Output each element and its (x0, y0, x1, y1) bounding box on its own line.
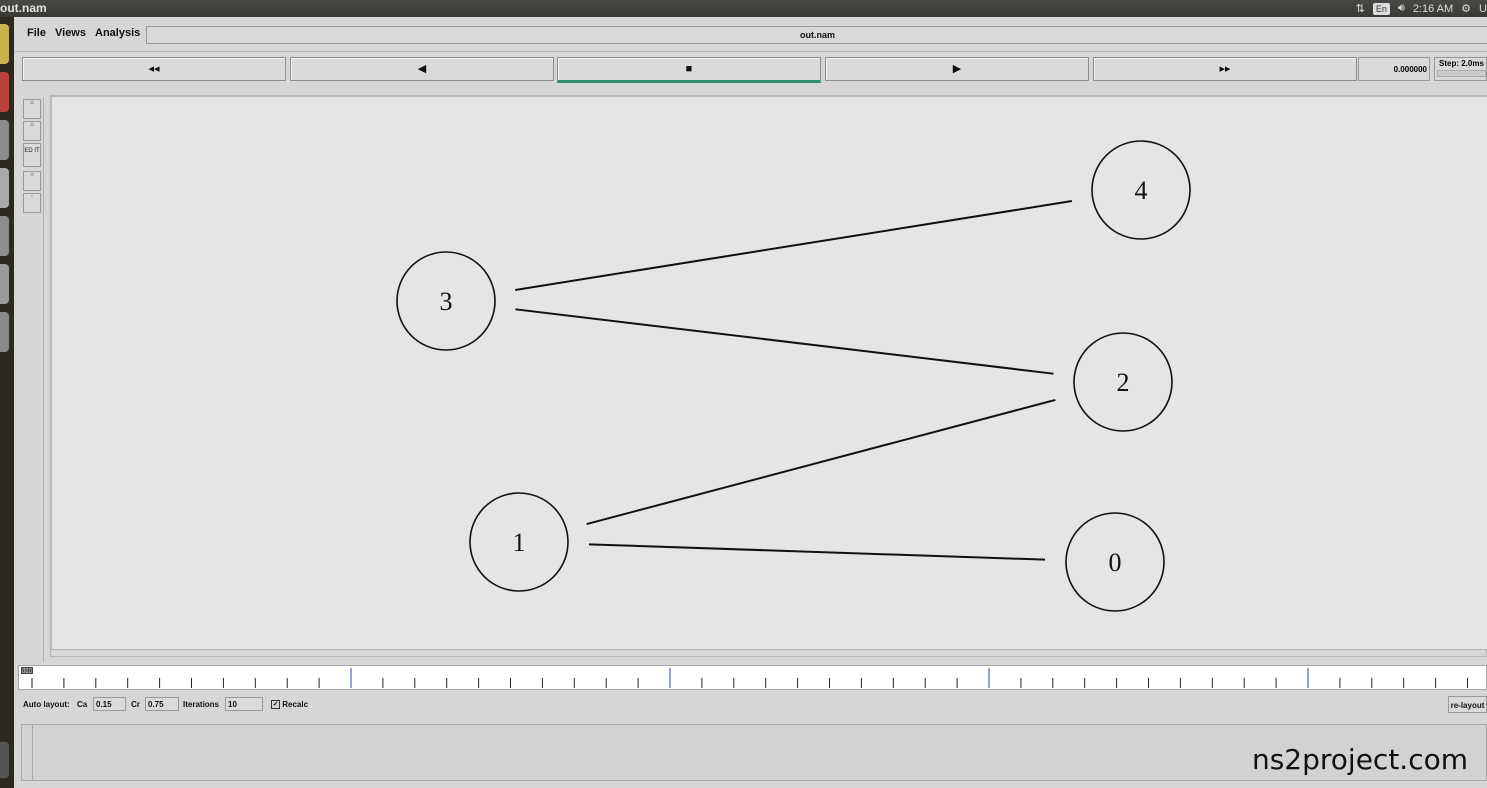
launcher-item-home[interactable] (0, 24, 9, 64)
node-label: 3 (440, 287, 453, 316)
volume-icon[interactable]: 🔊︎ (1398, 2, 1405, 15)
menu-file[interactable]: File (27, 27, 46, 39)
launcher-item-terminal[interactable] (0, 120, 9, 160)
node-label: 0 (1109, 548, 1122, 577)
launcher-item-files[interactable] (0, 72, 9, 112)
iterations-label: Iterations (183, 700, 220, 709)
system-top-panel: out.nam ⇅ En 🔊︎ 2:16 AM ⚙ U (0, 0, 1487, 17)
relayout-button[interactable]: re-layout (1448, 696, 1487, 713)
network-canvas[interactable]: 0 1 2 3 4 (50, 95, 1487, 652)
rewind-button[interactable]: ◂◂ (22, 57, 286, 81)
nam-window: File Views Analysis out.nam ◂◂ ◀ ■ ▶ ▸▸ … (14, 17, 1487, 788)
step-slider-track[interactable] (1437, 70, 1486, 77)
recalc-label: Recalc (282, 700, 309, 709)
window-title: out.nam (0, 1, 47, 15)
iterations-input[interactable]: 10 (225, 697, 263, 711)
launcher-item-trash[interactable] (0, 742, 9, 778)
ca-label: Ca (77, 700, 88, 709)
watermark: ns2project.com (1251, 743, 1468, 776)
menu-bar: File Views Analysis out.nam (14, 17, 1487, 52)
current-time-display: 0.000000 (1358, 57, 1430, 81)
zoom-out-icon[interactable]: ⌂ (23, 121, 41, 141)
node-circle-icon[interactable]: ○ (23, 171, 41, 191)
auto-layout-label: Auto layout: (23, 700, 70, 709)
link-3-2[interactable] (515, 308, 1054, 375)
cr-input[interactable]: 0.75 (145, 697, 179, 711)
user-menu[interactable]: U (1479, 3, 1487, 15)
stop-button[interactable]: ■ (557, 57, 821, 83)
node-label: 4 (1135, 176, 1148, 205)
timeline-slider[interactable]: ▯▯▯ (18, 665, 1487, 690)
recalc-checkbox[interactable]: ✓ Recalc (271, 700, 309, 710)
menu-views[interactable]: Views (55, 27, 86, 39)
recalc-check-icon[interactable]: ✓ (271, 700, 280, 710)
play-button[interactable]: ▶ (825, 57, 1089, 81)
small-circle-icon[interactable]: ◦ (23, 193, 41, 213)
console-vertical-scrollbar[interactable] (23, 725, 33, 780)
launcher-item-nam[interactable] (0, 264, 9, 304)
step-label: Step: 2.0ms (1439, 59, 1484, 68)
file-name-display: out.nam (146, 26, 1487, 44)
ca-input[interactable]: 0.15 (93, 697, 126, 711)
step-back-button[interactable]: ◀ (290, 57, 554, 81)
gear-icon[interactable]: ⚙ (1461, 2, 1471, 15)
zoom-in-icon[interactable]: ⌂ (23, 99, 41, 119)
system-tray: ⇅ En 🔊︎ 2:16 AM ⚙ U (1356, 1, 1487, 16)
link-3-4[interactable] (514, 200, 1073, 291)
launcher-item-other[interactable] (0, 312, 9, 352)
launcher-item-app[interactable] (0, 216, 9, 256)
auto-layout-bar: Auto layout: Ca 0.15 Cr 0.75 Iterations … (14, 696, 1487, 716)
keyboard-language-indicator[interactable]: En (1372, 2, 1390, 15)
step-slider[interactable]: Step: 2.0ms (1434, 57, 1487, 81)
edit-tool-button[interactable]: ED IT (23, 143, 41, 167)
timeline-ticks (31, 668, 1468, 688)
tool-column: ⌂ ⌂ ED IT ○ ◦ (21, 97, 44, 662)
topology-graph: 0 1 2 3 4 (396, 140, 1191, 612)
clock[interactable]: 2:16 AM (1413, 3, 1453, 15)
network-icon[interactable]: ⇅ (1356, 2, 1365, 15)
menu-analysis[interactable]: Analysis (95, 27, 140, 39)
node-label: 2 (1117, 368, 1130, 397)
launcher-item-editor[interactable] (0, 168, 9, 208)
link-1-2[interactable] (586, 398, 1056, 526)
canvas-horizontal-scrollbar[interactable] (50, 649, 1487, 657)
link-1-0[interactable] (588, 543, 1046, 561)
launcher-bar (0, 17, 14, 788)
cr-label: Cr (131, 700, 140, 709)
node-label: 1 (513, 528, 526, 557)
fast-forward-button[interactable]: ▸▸ (1093, 57, 1357, 81)
playback-controls: ◂◂ ◀ ■ ▶ ▸▸ 0.000000 Step: 2.0ms (14, 54, 1487, 88)
